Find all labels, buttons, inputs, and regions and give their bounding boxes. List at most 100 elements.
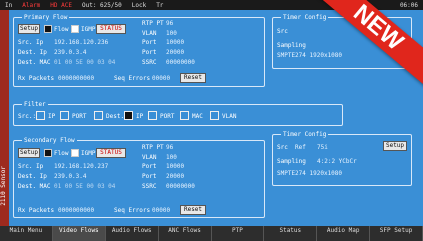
filter-dest-label: Dest. <box>106 113 125 120</box>
secondary-flow-panel: Secondary Flow Setup Flow IGMP STATUS Sr… <box>13 137 265 218</box>
timer-src-value: Ref <box>295 144 306 151</box>
primary-ssrc: 00000000 <box>166 59 195 66</box>
primary-dest-ip[interactable]: 239.0.3.4 <box>54 49 87 56</box>
primary-src-ip-label: Src. Ip <box>18 39 44 46</box>
timer-sampling-label: Sampling <box>277 158 306 165</box>
primary-seq-count: 00000 <box>152 75 171 82</box>
filter-src-ip-checkbox[interactable] <box>36 111 45 120</box>
secondary-rtp-label: RTP PT <box>142 144 164 151</box>
primary-rx-count: 0000000000 <box>58 75 95 82</box>
primary-vlan[interactable]: 100 <box>166 30 177 37</box>
primary-port1-label: Port <box>142 39 157 46</box>
tr-indicator: Tr <box>156 1 164 9</box>
secondary-vlan-label: VLAN <box>142 154 157 161</box>
filter-dest-port-label: PORT <box>160 113 175 120</box>
tab-sfp-setup[interactable]: SFP Setup <box>370 226 423 241</box>
secondary-seq-label: Seq Errors <box>114 207 151 214</box>
secondary-dest-ip-label: Dest. Ip <box>18 173 47 180</box>
primary-rx-label: Rx Packets <box>18 75 55 82</box>
filter-title: Filter <box>22 101 48 108</box>
primary-flow-panel: Primary Flow Setup Flow IGMP STATUS Src.… <box>13 14 265 87</box>
tab-audio-flows[interactable]: Audio Flows <box>106 226 159 241</box>
filter-vlan-checkbox[interactable] <box>210 111 219 120</box>
timer-src-label: Src <box>277 144 288 151</box>
secondary-setup-button[interactable]: Setup <box>18 148 40 158</box>
output-format: Out: 625/50 <box>81 1 122 9</box>
primary-dest-mac: 01 00 5E 00 03 04 <box>54 59 116 66</box>
primary-dest-mac-label: Dest. MAC <box>18 59 51 66</box>
primary-port1[interactable]: 10000 <box>166 39 184 46</box>
sidebar: 2110 Sensor <box>0 10 9 226</box>
filter-src-port-checkbox[interactable] <box>60 111 69 120</box>
secondary-ssrc: 00000000 <box>166 183 195 190</box>
secondary-port2[interactable]: 20000 <box>166 173 184 180</box>
primary-reset-button[interactable]: Reset <box>180 73 206 83</box>
primary-port2[interactable]: 20000 <box>166 49 184 56</box>
secondary-dest-mac-label: Dest. MAC <box>18 183 51 190</box>
timer-sampling-value: 4:2:2 YCbCr <box>317 158 357 165</box>
tab-video-flows[interactable]: Video Flows <box>52 226 106 241</box>
primary-ssrc-label: SSRC <box>142 59 157 66</box>
primary-flow-checkbox[interactable] <box>44 25 52 33</box>
secondary-status-button[interactable]: STATUS <box>96 148 126 158</box>
lock-status: Lock <box>131 1 147 9</box>
standard-indicator: HD ACE <box>50 1 72 9</box>
timer-format: SMPTE274 1920x1080 <box>277 170 343 177</box>
timer-setup-button[interactable]: Setup <box>383 141 407 151</box>
timer-top-title: Timer Config <box>281 14 329 21</box>
filter-vlan-label: VLAN <box>222 113 237 120</box>
primary-rtp-label: RTP PT <box>142 20 164 27</box>
filter-dest-ip-label: IP <box>136 113 144 120</box>
filter-dest-port-checkbox[interactable] <box>148 111 157 120</box>
filter-mac-checkbox[interactable] <box>180 111 189 120</box>
secondary-port1[interactable]: 10000 <box>166 163 184 170</box>
tab-audio-map[interactable]: Audio Map <box>317 226 371 241</box>
primary-flow-title: Primary Flow <box>22 14 70 21</box>
timer-top-src-label: Src <box>277 28 288 35</box>
secondary-dest-ip[interactable]: 239.0.3.4 <box>54 173 87 180</box>
primary-port2-label: Port <box>142 49 157 56</box>
primary-setup-button[interactable]: Setup <box>18 24 40 34</box>
secondary-flow-title: Secondary Flow <box>22 137 77 144</box>
secondary-igmp-label: IGMP <box>81 150 96 157</box>
secondary-flow-label: Flow <box>54 150 69 157</box>
secondary-flow-checkbox[interactable] <box>44 149 52 157</box>
tab-main-menu[interactable]: Main Menu <box>0 226 53 241</box>
secondary-rx-label: Rx Packets <box>18 207 55 214</box>
primary-igmp-checkbox[interactable] <box>71 25 79 33</box>
secondary-dest-mac: 01 00 5E 00 03 04 <box>54 183 116 190</box>
primary-igmp-label: IGMP <box>81 26 96 33</box>
secondary-igmp-checkbox[interactable] <box>71 149 79 157</box>
tab-status[interactable]: Status <box>264 226 318 241</box>
timer-fps: 75i <box>317 144 328 151</box>
primary-src-ip[interactable]: 192.168.120.236 <box>54 39 108 46</box>
tab-ptp[interactable]: PTP <box>212 226 265 241</box>
secondary-src-ip[interactable]: 192.168.120.237 <box>54 163 108 170</box>
primary-rtp[interactable]: 96 <box>166 20 173 27</box>
sidebar-label: 2110 Sensor <box>0 166 7 206</box>
filter-panel: Filter Src.: IP PORT Dest. IP PORT MAC V… <box>13 101 343 126</box>
secondary-port1-label: Port <box>142 163 157 170</box>
timer-bottom-title: Timer Config <box>281 131 329 138</box>
secondary-rx-count: 0000000000 <box>58 207 95 214</box>
filter-mac-label: MAC <box>192 113 203 120</box>
secondary-reset-button[interactable]: Reset <box>180 205 206 215</box>
filter-dest-ip-checkbox[interactable] <box>124 111 133 120</box>
primary-flow-label: Flow <box>54 26 69 33</box>
filter-dest-checkbox[interactable] <box>94 111 103 120</box>
primary-seq-label: Seq Errors <box>114 75 151 82</box>
filter-src-ip-label: IP <box>48 113 56 120</box>
primary-vlan-label: VLAN <box>142 30 157 37</box>
filter-src-port-label: PORT <box>72 113 87 120</box>
timer-top-format: SMPTE274 1920x1080 <box>277 52 343 59</box>
secondary-rtp[interactable]: 96 <box>166 144 173 151</box>
secondary-port2-label: Port <box>142 173 157 180</box>
tab-anc-flows[interactable]: ANC Flows <box>159 226 212 241</box>
secondary-vlan[interactable]: 100 <box>166 154 177 161</box>
bottom-tab-bar: Main Menu Video Flows Audio Flows ANC Fl… <box>0 226 423 241</box>
secondary-ssrc-label: SSRC <box>142 183 157 190</box>
alarm-indicator: Alarm <box>22 1 41 9</box>
input-indicator: In <box>5 1 13 9</box>
primary-status-button[interactable]: STATUS <box>96 24 126 34</box>
secondary-src-ip-label: Src. Ip <box>18 163 44 170</box>
